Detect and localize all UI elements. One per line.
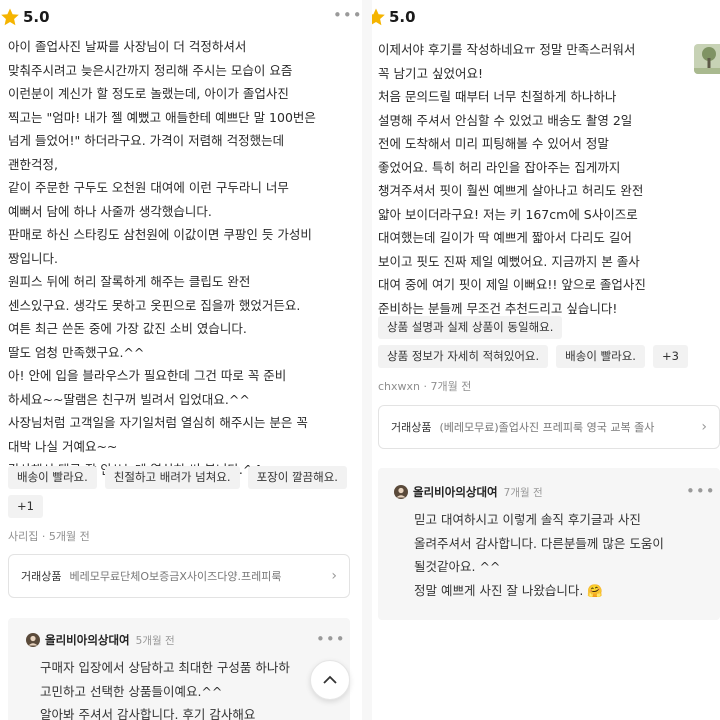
review-line: 전에 도착해서 미리 피팅해볼 수 있어서 정말	[378, 136, 609, 151]
review-tag-chip: 포장이 깔끔해요.	[247, 466, 347, 489]
star-icon	[1, 8, 19, 26]
review-tag-chip: 배송이 빨라요.	[556, 345, 645, 368]
review-line: 보이고 핏도 진짜 제일 예뻤어요. 지금까지 본 졸사	[378, 253, 640, 269]
review-line: 판매로 하신 스타킹도 삼천원에 이값이면 쿠팡인 듯 가성비	[8, 227, 312, 242]
review-tag-chip: 상품 정보가 자세히 적혀있어요.	[378, 345, 549, 368]
review-tags: 배송이 빨라요. 친절하고 배려가 넘쳐요. 포장이 깔끔해요. +1	[8, 466, 360, 518]
review-line: 아! 안에 입을 블라우스가 필요한데 그건 따로 꼭 준비	[8, 368, 287, 383]
more-options-icon[interactable]: •••	[333, 6, 362, 24]
left-review-panel: 5.0 ••• 아이 졸업사진 날짜를 사장님이 더 걱정하셔서맞춰주시려고 늦…	[0, 0, 362, 720]
panel-divider	[362, 0, 372, 720]
review-time: 5개월 전	[48, 530, 90, 543]
product-link[interactable]: 거래상품 베레모무료단체O보증금X사이즈다양.프레피룩 ›	[8, 554, 350, 598]
chevron-up-icon	[323, 675, 337, 684]
review-line: 설명해 주셔서 안심할 수 있었고 배송도 촬영 2일	[378, 112, 633, 128]
rating-value: 5.0	[23, 8, 50, 26]
review-tag-chip: +1	[8, 495, 43, 518]
review-line: 아이 졸업사진 날짜를 사장님이 더 걱정하셔서	[8, 39, 247, 54]
scroll-top-button[interactable]	[310, 660, 350, 700]
review-tag-chip: 배송이 빨라요.	[8, 466, 97, 489]
reply-more-icon[interactable]: •••	[686, 482, 716, 500]
review-tag-chip: 친절하고 배려가 넘쳐요.	[104, 466, 240, 489]
reply-line: 올려주셔서 감사합니다. 다른분들께 많은 도움이	[414, 535, 664, 551]
seller-name[interactable]: 올리비아의상대여	[45, 632, 130, 648]
review-line: 이런분이 계신가 할 정도로 놀랬는데, 아이가 졸업사진	[8, 86, 289, 101]
rating-value: 5.0	[389, 8, 416, 26]
reply-more-icon[interactable]: •••	[316, 630, 346, 648]
review-line: 여튼 최근 쓴돈 중에 가장 값진 소비 였습니다.	[8, 321, 247, 336]
review-line: 얇아 보이더라구요! 저는 키 167cm에 S사이즈로	[378, 206, 638, 222]
review-tags: 상품 설명과 실제 상품이 동일해요. 상품 정보가 자세히 적혀있어요. 배송이 …	[378, 316, 698, 368]
review-line: 이제서야 후기를 작성하네요ㅠ 정말 만족스러워서	[378, 42, 636, 57]
review-line: 괜한걱정,	[8, 156, 58, 172]
product-name: (베레모무료)졸업사진 프레피룩 영국 교복 졸사	[439, 421, 655, 434]
reply-line: 정말 예쁘게 사진 잘 나왔습니다. 🤗	[414, 582, 603, 598]
reply-line: 알아봐 주셔서 감사합니다. 후기 감사해요	[40, 707, 256, 720]
review-tag-chip: +3	[652, 345, 688, 368]
reply-line: 고민하고 선택한 상품들이예요.^^	[40, 683, 223, 699]
reply-time: 7개월 전	[503, 486, 543, 499]
review-line: 대여 중에 여기 핏이 제일 이뻐요!! 앞으로 졸업사진	[378, 277, 646, 292]
review-line: 원피스 뒤에 허리 잘록하게 해주는 클립도 완전	[8, 274, 251, 289]
star-icon	[372, 8, 385, 26]
seller-name[interactable]: 올리비아의상대여	[413, 484, 498, 500]
seller-header: 올리비아의상대여 7개월 전	[394, 484, 543, 500]
reply-line: 믿고 대여하시고 이렇게 솔직 후기글과 사진	[414, 512, 641, 527]
review-line: 예뻐서 담에 하나 사줄까 생각했습니다.	[8, 203, 212, 219]
rating-row: 5.0	[372, 4, 416, 30]
review-line: 꼭 남기고 싶었어요!	[378, 65, 483, 81]
review-line: 짱입니다.	[8, 250, 58, 266]
reply-text: 믿고 대여하시고 이렇게 솔직 후기글과 사진올려주셔서 감사합니다. 다른분들…	[414, 508, 710, 602]
seller-avatar	[26, 633, 40, 647]
product-label: 거래상품	[391, 421, 432, 434]
review-line: 딸도 엄청 만족했구요.^^	[8, 344, 145, 360]
review-line: 하세요~~딸램은 친구꺼 빌려서 입었대요.^^	[8, 391, 250, 407]
rating-row: 5.0	[0, 4, 50, 30]
review-line: 챙겨주셔서 핏이 훨씬 예쁘게 살아나고 허리도 완전	[378, 183, 644, 198]
seller-avatar	[394, 485, 408, 499]
product-link[interactable]: 거래상품 (베레모무료)졸업사진 프레피룩 영국 교복 졸사 ›	[378, 405, 720, 449]
review-text: 아이 졸업사진 날짜를 사장님이 더 걱정하셔서맞춰주시려고 늦은시간까지 정리…	[8, 35, 360, 482]
reply-line: 구매자 입장에서 상담하고 최대한 구성품 하나하	[40, 660, 290, 675]
review-line: 대여했는데 길이가 딱 예쁘게 짧아서 다리도 길어	[378, 230, 632, 245]
review-meta: chxwxn · 7개월 전	[378, 380, 472, 393]
chevron-right-icon: ›	[331, 568, 337, 584]
review-line: 맞춰주시려고 늦은시간까지 정리해 주시는 모습이 요즘	[8, 62, 293, 78]
review-line: 대박 나실 거예요~~	[8, 438, 118, 454]
product-name: 베레모무료단체O보증금X사이즈다양.프레피룩	[69, 570, 282, 583]
reviewer-name[interactable]: 사리집	[8, 530, 38, 543]
chevron-right-icon: ›	[701, 419, 707, 435]
review-line: 넘게 들었어!" 하더라구요. 가격이 저렴해 걱정했는데	[8, 133, 285, 148]
review-text: 이제서야 후기를 작성하네요ㅠ 정말 만족스러워서꼭 남기고 싶었어요! 처음 문…	[378, 38, 698, 320]
reply-line: 될것같아요. ^^	[414, 559, 501, 574]
seller-header: 올리비아의상대여 5개월 전	[26, 632, 175, 648]
review-line: 좋었어요. 특히 허리 라인을 잡아주는 집게까지	[378, 159, 621, 175]
right-review-panel: 5.0 이제서야 후기를 작성하네요ㅠ 정말 만족스러워서꼭 남기고 싶었어요!…	[372, 0, 720, 720]
review-meta: 사리집 · 5개월 전	[8, 530, 90, 543]
reviewer-name[interactable]: chxwxn	[378, 380, 420, 393]
product-label: 거래상품	[21, 570, 62, 583]
review-line: 센스있구요. 생각도 못하고 옷핀으로 집을까 했었거든요.	[8, 297, 301, 313]
reply-text: 구매자 입장에서 상담하고 최대한 구성품 하나하고민하고 선택한 상품들이예요…	[40, 656, 340, 720]
review-line: 처음 문의드릴 때부터 너무 친절하게 하나하나	[378, 89, 617, 104]
reply-time: 5개월 전	[135, 634, 175, 647]
review-time: 7개월 전	[430, 380, 472, 393]
review-line: 찍고는 "엄마! 내가 젤 예뻤고 애들한테 예쁘단 말 100번은	[8, 109, 316, 125]
review-line: 같이 주문한 구두도 오천원 대여에 이런 구두라니 너무	[8, 180, 289, 195]
review-line: 사장님처럼 고객일을 자기일처럼 열심히 해주시는 분은 꼭	[8, 415, 308, 430]
review-tag-chip: 상품 설명과 실제 상품이 동일해요.	[378, 316, 563, 339]
